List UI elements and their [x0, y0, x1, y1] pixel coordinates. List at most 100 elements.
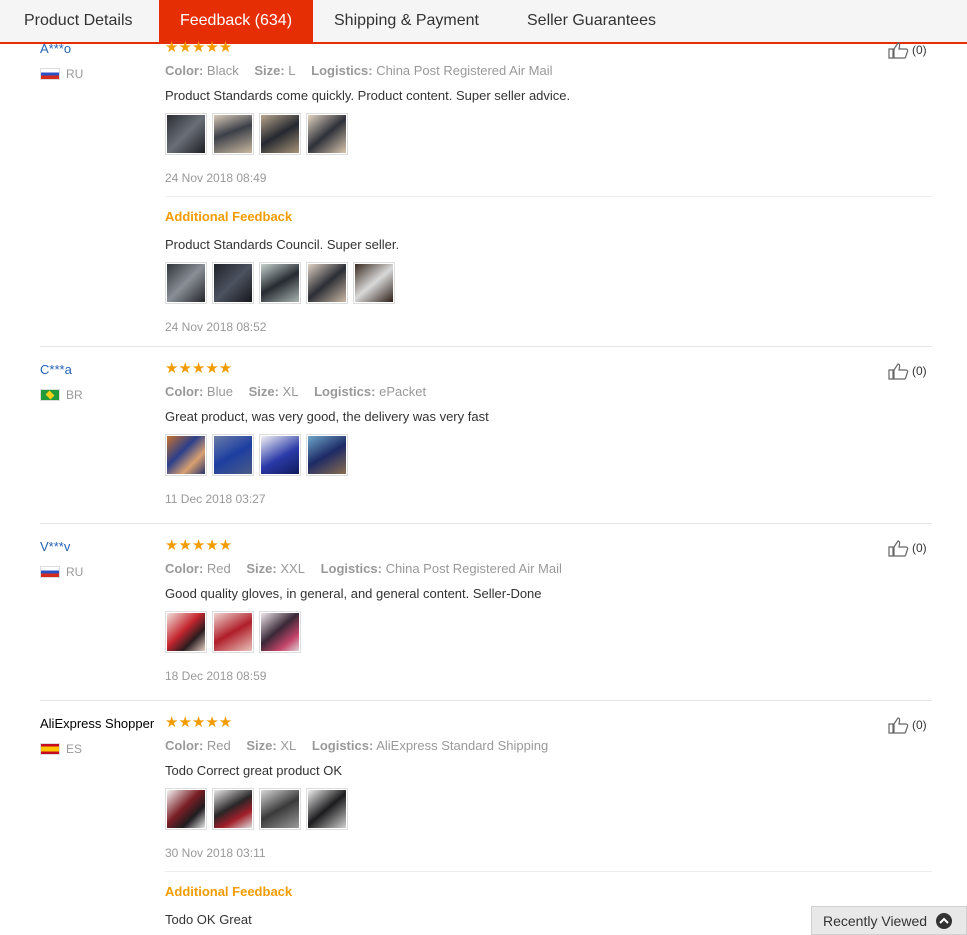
divider	[165, 871, 932, 872]
review-photo[interactable]	[212, 113, 254, 155]
review-photos	[165, 434, 353, 476]
logistics-label: Logistics:	[311, 738, 374, 753]
review-photo[interactable]	[165, 434, 207, 476]
review-photo[interactable]	[353, 262, 395, 304]
helpful-button[interactable]: (0)	[888, 362, 927, 380]
review-photos	[165, 788, 353, 830]
review-photo[interactable]	[306, 262, 348, 304]
reviewer-country: RU	[40, 67, 83, 81]
logistics-label: Logistics:	[311, 63, 373, 78]
review-attributes: Color: Red Size: XL Logistics: AliExpres…	[165, 738, 548, 753]
reviewer-name[interactable]: V***v	[40, 539, 70, 554]
review-separator	[40, 346, 932, 347]
additional-feedback-photos	[165, 262, 400, 304]
review-photo[interactable]	[165, 788, 207, 830]
review-photo[interactable]	[306, 788, 348, 830]
color-label: Color:	[165, 738, 204, 753]
reviewer-country: RU	[40, 565, 83, 579]
color-value: Red	[206, 561, 231, 576]
size-label: Size:	[246, 561, 277, 576]
recently-viewed-button[interactable]: Recently Viewed	[811, 906, 967, 935]
thumbs-up-icon	[888, 42, 909, 59]
star-rating: ★★★★★	[165, 537, 233, 554]
logistics-label: Logistics:	[320, 561, 382, 576]
color-value: Black	[206, 63, 239, 78]
tab-bar: Product Details Feedback (634) Shipping …	[0, 0, 967, 44]
logistics-value: China Post Registered Air Mail	[385, 561, 562, 576]
logistics-value: ePacket	[379, 384, 427, 399]
additional-feedback-text: Product Standards Council. Super seller.	[165, 237, 400, 252]
thumbs-up-icon	[888, 540, 909, 557]
review-text: Great product, was very good, the delive…	[165, 409, 489, 424]
thumbs-up-icon	[888, 717, 909, 734]
helpful-button[interactable]: (0)	[888, 41, 927, 59]
country-code: RU	[66, 565, 84, 579]
review-photo[interactable]	[165, 611, 207, 653]
review-date: 18 Dec 2018 08:59	[165, 669, 267, 683]
review-date: 30 Nov 2018 03:11	[165, 846, 266, 860]
additional-feedback-heading: Additional Feedback	[165, 209, 293, 224]
tab-product-details[interactable]: Product Details	[24, 0, 133, 42]
flag-ru-icon	[40, 566, 60, 578]
review-date: 24 Nov 2018 08:49	[165, 171, 267, 185]
size-label: Size:	[254, 63, 285, 78]
review-text: Todo Correct great product OK	[165, 763, 343, 778]
country-code: BR	[66, 388, 83, 402]
color-label: Color:	[165, 561, 204, 576]
size-value: L	[288, 63, 296, 78]
chevron-up-icon	[936, 912, 953, 929]
logistics-value: China Post Registered Air Mail	[376, 63, 553, 78]
logistics-label: Logistics:	[314, 384, 376, 399]
helpful-count: (0)	[912, 43, 927, 57]
review-photo[interactable]	[259, 262, 301, 304]
logistics-value: AliExpress Standard Shipping	[376, 738, 549, 753]
helpful-count: (0)	[912, 718, 927, 732]
flag-br-icon	[40, 389, 60, 401]
tab-feedback[interactable]: Feedback (634)	[159, 0, 313, 44]
review-attributes: Color: Red Size: XXL Logistics: China Po…	[165, 561, 562, 576]
review-photo[interactable]	[259, 611, 301, 653]
color-label: Color:	[165, 63, 204, 78]
review-photo[interactable]	[259, 434, 301, 476]
size-value: XL	[282, 384, 299, 399]
helpful-button[interactable]: (0)	[888, 716, 927, 734]
review-photo[interactable]	[212, 434, 254, 476]
size-label: Size:	[246, 738, 277, 753]
recently-viewed-label: Recently Viewed	[823, 912, 928, 929]
review-text: Product Standards come quickly. Product …	[165, 88, 571, 103]
flag-es-icon	[40, 743, 60, 755]
tab-seller-guarantees[interactable]: Seller Guarantees	[527, 0, 656, 42]
helpful-button[interactable]: (0)	[888, 539, 927, 557]
review-photos	[165, 611, 306, 653]
additional-feedback-heading: Additional Feedback	[165, 884, 293, 899]
review-photo[interactable]	[212, 262, 254, 304]
helpful-count: (0)	[912, 541, 927, 555]
size-value: XL	[280, 738, 297, 753]
review-photo[interactable]	[306, 113, 348, 155]
color-value: Blue	[206, 384, 233, 399]
thumbs-up-icon	[888, 363, 909, 380]
star-rating: ★★★★★	[165, 714, 233, 731]
review-separator	[40, 700, 932, 701]
review-photo[interactable]	[306, 434, 348, 476]
tab-shipping-payment[interactable]: Shipping & Payment	[334, 0, 479, 42]
reviewer-name[interactable]: A***o	[40, 41, 71, 56]
country-code: ES	[66, 742, 83, 756]
reviewer-name[interactable]: C***a	[40, 362, 72, 377]
star-rating: ★★★★★	[165, 39, 233, 56]
divider	[165, 196, 932, 197]
size-label: Size:	[248, 384, 279, 399]
review-photo[interactable]	[212, 788, 254, 830]
flag-ru-icon	[40, 68, 60, 80]
review-photo[interactable]	[165, 262, 207, 304]
review-photo[interactable]	[259, 788, 301, 830]
review-photos	[165, 113, 353, 155]
review-text: Good quality gloves, in general, and gen…	[165, 586, 542, 601]
review-photo[interactable]	[259, 113, 301, 155]
review-photo[interactable]	[212, 611, 254, 653]
review-date: 11 Dec 2018 03:27	[165, 492, 266, 506]
color-label: Color:	[165, 384, 204, 399]
helpful-count: (0)	[912, 364, 927, 378]
review-photo[interactable]	[165, 113, 207, 155]
additional-feedback-date: 24 Nov 2018 08:52	[165, 320, 267, 334]
